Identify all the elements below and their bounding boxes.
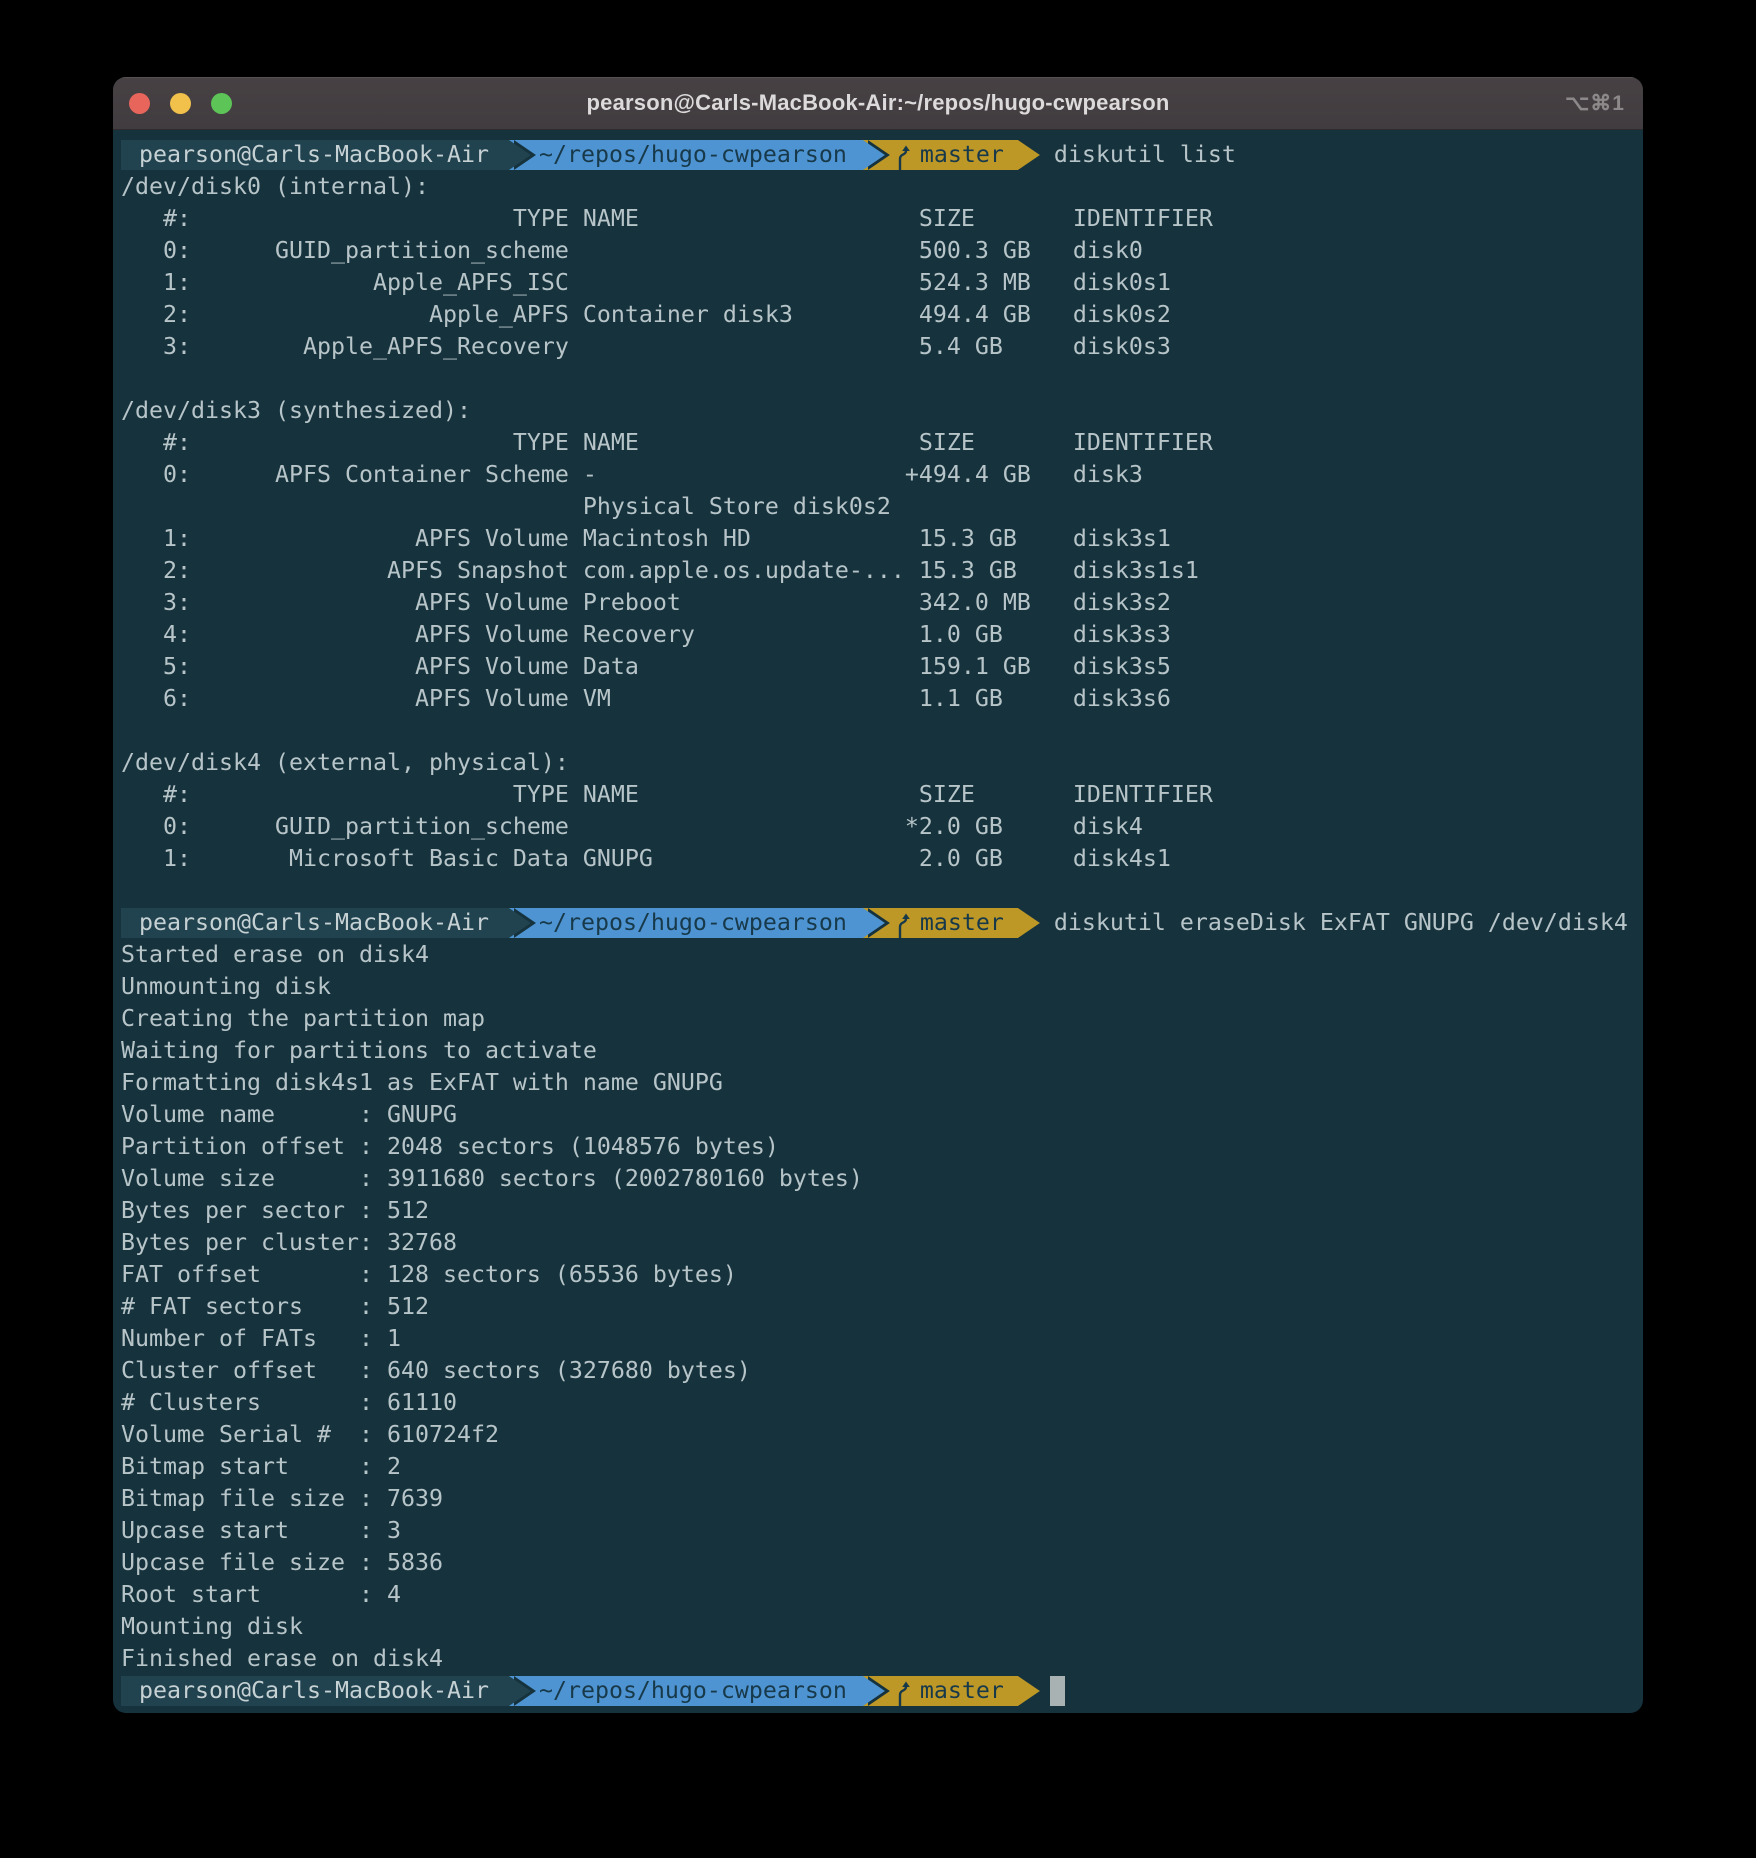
- disk-table-row: 3: APFS Volume Preboot 342.0 MB disk3s2: [121, 587, 1635, 619]
- shell-prompt: pearson@Carls-MacBook-Air ~/repos/hugo-cw…: [121, 907, 1635, 939]
- erase-output-line: Waiting for partitions to activate: [121, 1035, 1635, 1067]
- erase-detail-line: Bitmap file size : 7639: [121, 1483, 1635, 1515]
- erase-detail-line: Bitmap start : 2: [121, 1451, 1635, 1483]
- erase-detail-line: Upcase start : 3: [121, 1515, 1635, 1547]
- terminal-content[interactable]: pearson@Carls-MacBook-Air ~/repos/hugo-cw…: [113, 131, 1643, 1713]
- disk-table-row: 3: Apple_APFS_Recovery 5.4 GB disk0s3: [121, 331, 1635, 363]
- window-shortcut-badge: ⌥⌘1: [1565, 77, 1625, 129]
- terminal-window: pearson@Carls-MacBook-Air:~/repos/hugo-c…: [113, 77, 1643, 1713]
- blank-line: [121, 875, 1635, 907]
- prompt-git-branch: master: [885, 140, 1018, 170]
- disk-device-line: /dev/disk3 (synthesized):: [121, 395, 1635, 427]
- disk-table-row: 0: GUID_partition_scheme 500.3 GB disk0: [121, 235, 1635, 267]
- erase-detail-line: Bytes per cluster: 32768: [121, 1227, 1635, 1259]
- prompt-path: ~/repos/hugo-cwpearson: [531, 1676, 863, 1706]
- prompt-git-branch: master: [885, 1676, 1018, 1706]
- titlebar[interactable]: pearson@Carls-MacBook-Air:~/repos/hugo-c…: [113, 77, 1643, 130]
- erase-output-line: Formatting disk4s1 as ExFAT with name GN…: [121, 1067, 1635, 1099]
- disk-table-row: 2: Apple_APFS Container disk3 494.4 GB d…: [121, 299, 1635, 331]
- erase-output-line: Finished erase on disk4: [121, 1643, 1635, 1675]
- erase-output-line: Unmounting disk: [121, 971, 1635, 1003]
- erase-detail-line: Cluster offset : 640 sectors (327680 byt…: [121, 1355, 1635, 1387]
- powerline-separator: [863, 140, 885, 170]
- disk-table-header: #: TYPE NAME SIZE IDENTIFIER: [121, 779, 1635, 811]
- disk-device-line: /dev/disk0 (internal):: [121, 171, 1635, 203]
- erase-detail-line: Volume Serial # : 610724f2: [121, 1419, 1635, 1451]
- erase-detail-line: Volume name : GNUPG: [121, 1099, 1635, 1131]
- erase-detail-line: Root start : 4: [121, 1579, 1635, 1611]
- erase-output-line: Started erase on disk4: [121, 939, 1635, 971]
- powerline-separator: [1018, 1676, 1040, 1706]
- command-text: diskutil eraseDisk ExFAT GNUPG /dev/disk…: [1054, 907, 1628, 939]
- erase-detail-line: # FAT sectors : 512: [121, 1291, 1635, 1323]
- powerline-separator: [1018, 140, 1040, 170]
- powerline-separator: [1018, 908, 1040, 938]
- erase-output-line: Creating the partition map: [121, 1003, 1635, 1035]
- erase-detail-line: Number of FATs : 1: [121, 1323, 1635, 1355]
- prompt-git-branch: master: [885, 908, 1018, 938]
- erase-output-line: Mounting disk: [121, 1611, 1635, 1643]
- terminal-cursor: [1050, 1676, 1065, 1706]
- disk-table-row: 0: APFS Container Scheme - +494.4 GB dis…: [121, 459, 1635, 491]
- disk-table-row: 1: Microsoft Basic Data GNUPG 2.0 GB dis…: [121, 843, 1635, 875]
- prompt-path: ~/repos/hugo-cwpearson: [531, 908, 863, 938]
- disk-table-row: 1: Apple_APFS_ISC 524.3 MB disk0s1: [121, 267, 1635, 299]
- blank-line: [121, 715, 1635, 747]
- disk-device-line: /dev/disk4 (external, physical):: [121, 747, 1635, 779]
- erase-detail-line: Upcase file size : 5836: [121, 1547, 1635, 1579]
- prompt-user-host: pearson@Carls-MacBook-Air: [121, 140, 509, 170]
- prompt-user-host: pearson@Carls-MacBook-Air: [121, 908, 509, 938]
- command-text: diskutil list: [1054, 139, 1236, 171]
- git-branch-icon: [895, 144, 911, 170]
- disk-table-header: #: TYPE NAME SIZE IDENTIFIER: [121, 203, 1635, 235]
- erase-detail-line: Volume size : 3911680 sectors (200278016…: [121, 1163, 1635, 1195]
- disk-table-row: 5: APFS Volume Data 159.1 GB disk3s5: [121, 651, 1635, 683]
- disk-table-row: 0: GUID_partition_scheme *2.0 GB disk4: [121, 811, 1635, 843]
- powerline-separator: [509, 908, 531, 938]
- window-title: pearson@Carls-MacBook-Air:~/repos/hugo-c…: [113, 77, 1643, 129]
- disk-table-row: 4: APFS Volume Recovery 1.0 GB disk3s3: [121, 619, 1635, 651]
- prompt-branch-label: master: [920, 140, 1004, 170]
- shell-prompt: pearson@Carls-MacBook-Air ~/repos/hugo-cw…: [121, 139, 1635, 171]
- blank-line: [121, 363, 1635, 395]
- prompt-branch-label: master: [920, 908, 1004, 938]
- prompt-path: ~/repos/hugo-cwpearson: [531, 140, 863, 170]
- git-branch-icon: [895, 1680, 911, 1706]
- erase-detail-line: FAT offset : 128 sectors (65536 bytes): [121, 1259, 1635, 1291]
- disk-table-row: 2: APFS Snapshot com.apple.os.update-...…: [121, 555, 1635, 587]
- git-branch-icon: [895, 912, 911, 938]
- shell-prompt: pearson@Carls-MacBook-Air ~/repos/hugo-cw…: [121, 1675, 1635, 1707]
- powerline-separator: [863, 908, 885, 938]
- powerline-separator: [509, 140, 531, 170]
- disk-table-row: 6: APFS Volume VM 1.1 GB disk3s6: [121, 683, 1635, 715]
- disk-table-row: 1: APFS Volume Macintosh HD 15.3 GB disk…: [121, 523, 1635, 555]
- powerline-separator: [863, 1676, 885, 1706]
- disk-table-continuation-row: Physical Store disk0s2: [121, 491, 1635, 523]
- erase-detail-line: Partition offset : 2048 sectors (1048576…: [121, 1131, 1635, 1163]
- erase-detail-line: Bytes per sector : 512: [121, 1195, 1635, 1227]
- prompt-user-host: pearson@Carls-MacBook-Air: [121, 1676, 509, 1706]
- prompt-branch-label: master: [920, 1676, 1004, 1706]
- erase-detail-line: # Clusters : 61110: [121, 1387, 1635, 1419]
- powerline-separator: [509, 1676, 531, 1706]
- disk-table-header: #: TYPE NAME SIZE IDENTIFIER: [121, 427, 1635, 459]
